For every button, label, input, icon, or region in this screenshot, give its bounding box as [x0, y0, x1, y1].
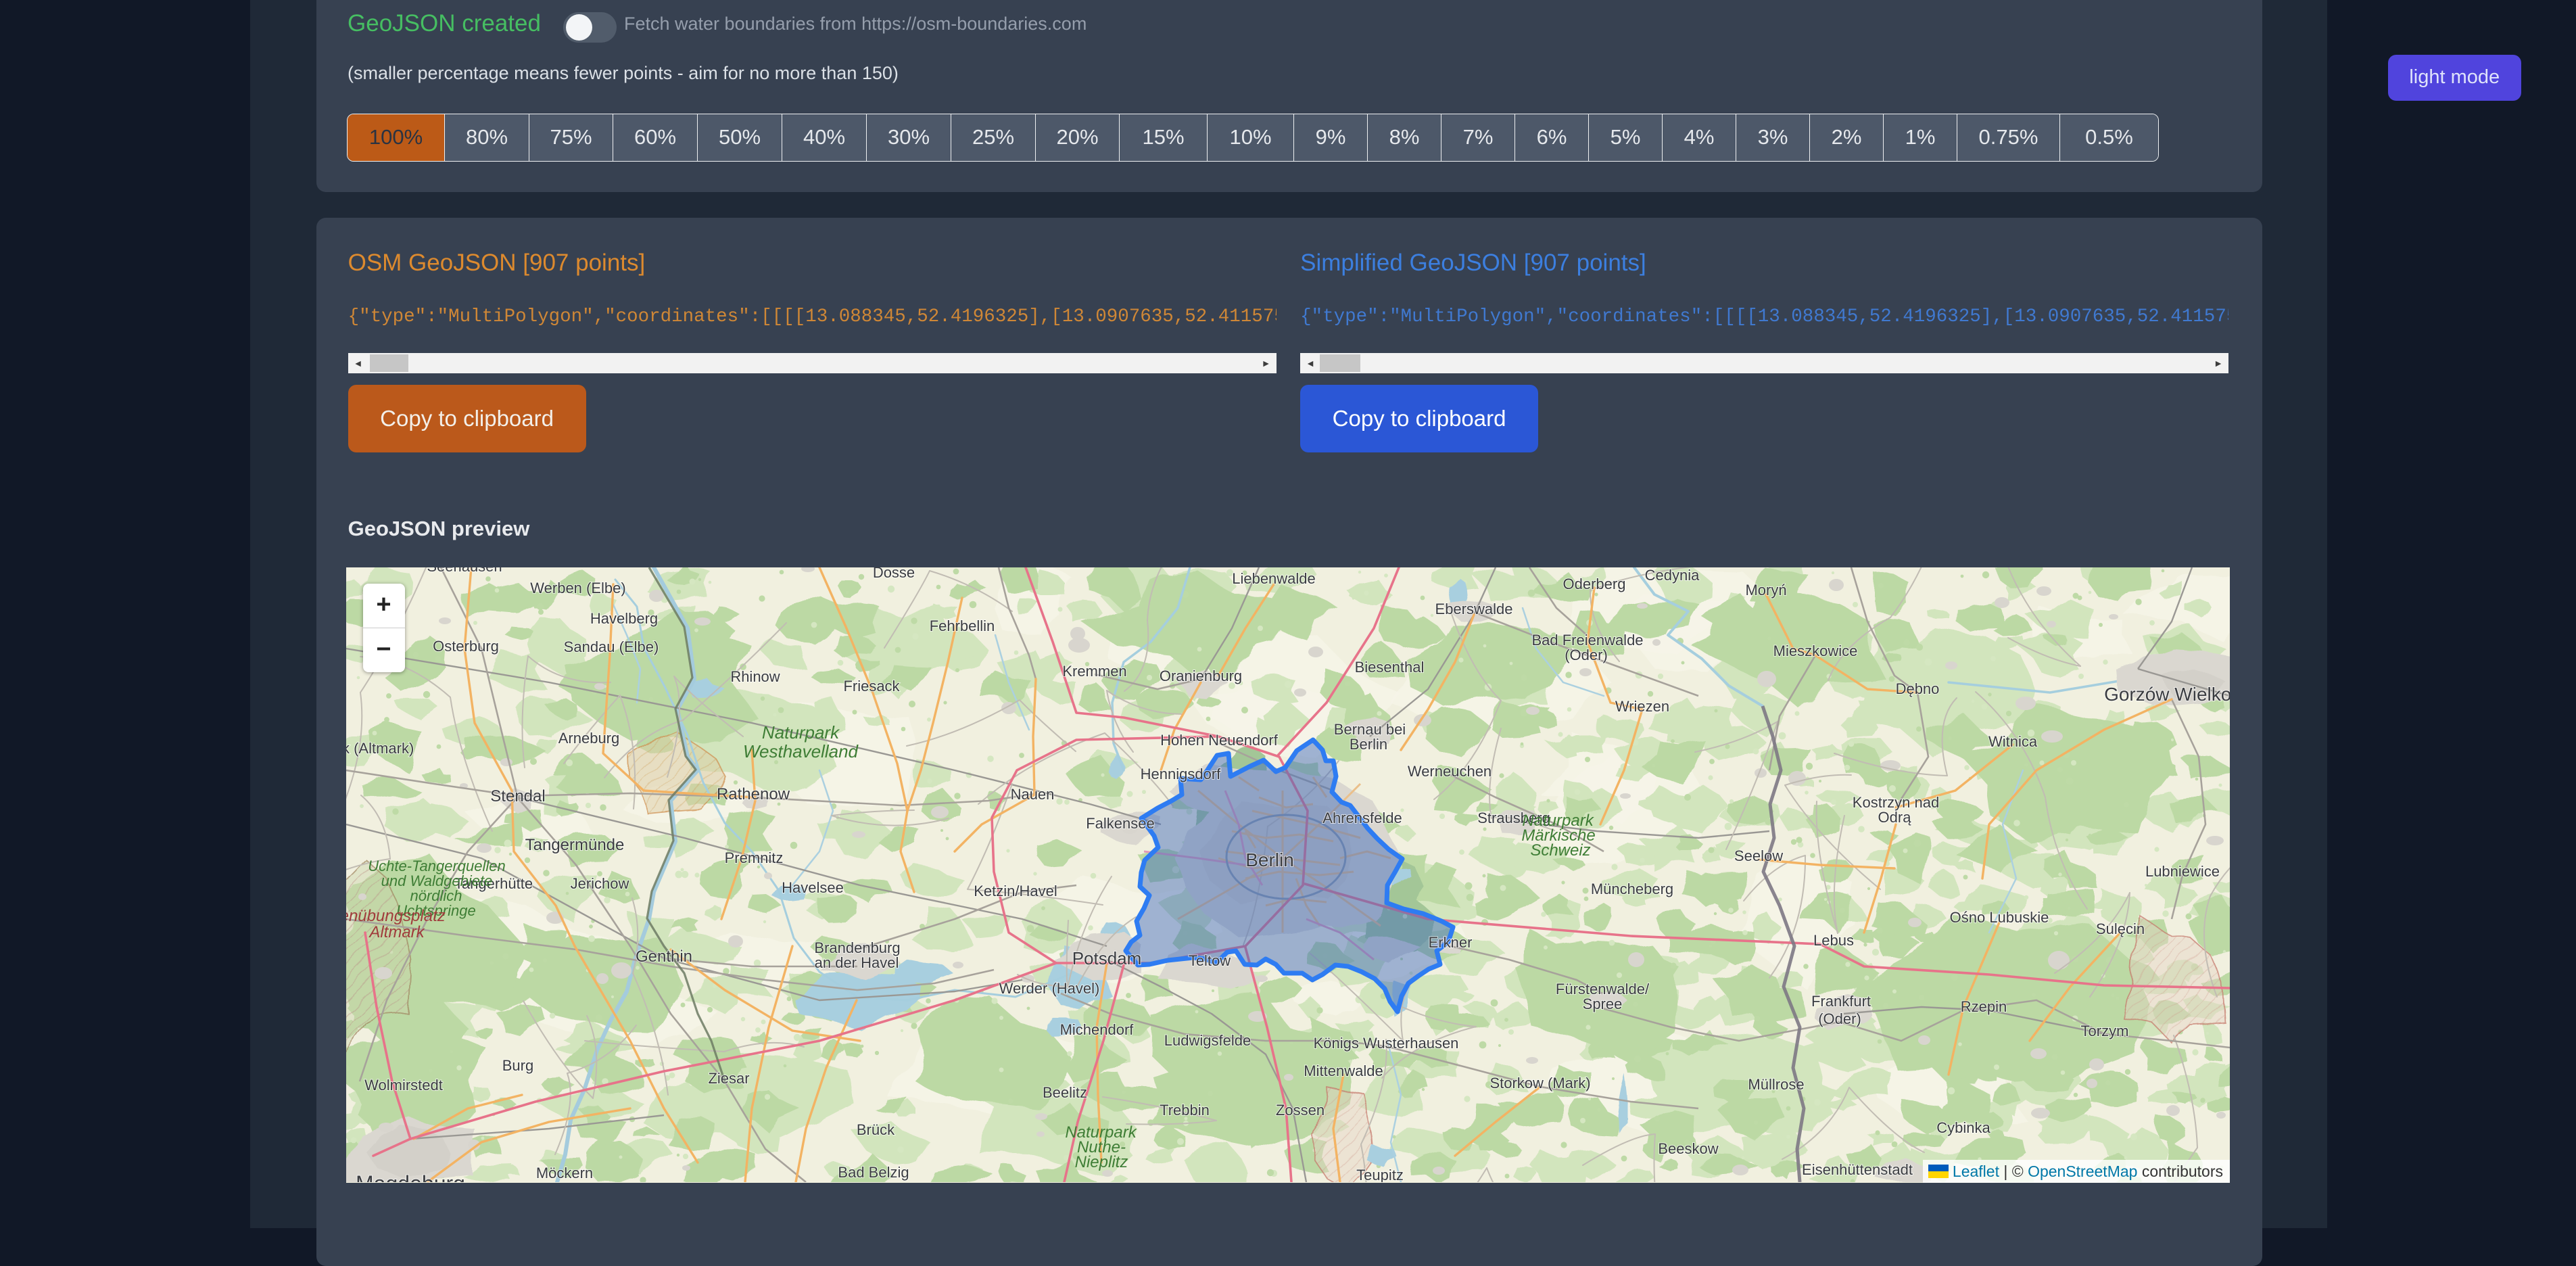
svg-text:Seelow: Seelow [1734, 847, 1783, 864]
svg-text:Eisenhüttenstadt: Eisenhüttenstadt [1802, 1161, 1913, 1178]
svg-text:Cybinka: Cybinka [1936, 1119, 1990, 1136]
svg-text:(Oder): (Oder) [1565, 647, 1608, 663]
svg-text:Müllrose: Müllrose [1748, 1076, 1804, 1093]
svg-text:Erkner: Erkner [1429, 934, 1473, 951]
svg-text:Odrą: Odrą [1878, 809, 1912, 826]
svg-text:Fehrbellin: Fehrbellin [930, 617, 995, 634]
svg-text:Teupitz: Teupitz [1356, 1167, 1404, 1182]
svg-text:Wriezen: Wriezen [1615, 698, 1669, 715]
svg-text:Cedynia: Cedynia [1645, 567, 1700, 584]
svg-text:Gorzów Wielkopolski: Gorzów Wielkopolski [2104, 684, 2230, 705]
svg-text:Hennigsdorf: Hennigsdorf [1141, 766, 1222, 782]
svg-text:Havelsee: Havelsee [782, 879, 844, 896]
svg-text:Westhavelland: Westhavelland [743, 741, 859, 761]
svg-text:penübungsplatz: penübungsplatz [346, 907, 446, 925]
svg-text:Dębno: Dębno [1896, 680, 1940, 697]
svg-text:Werben (Elbe): Werben (Elbe) [530, 580, 625, 596]
svg-text:Liebenwalde: Liebenwalde [1232, 570, 1316, 587]
svg-text:Magdeburg: Magdeburg [356, 1171, 465, 1182]
svg-text:Altmark: Altmark [368, 923, 425, 941]
svg-text:Hohen Neuendorf: Hohen Neuendorf [1160, 732, 1279, 749]
svg-text:Frankfurt: Frankfurt [1811, 993, 1871, 1010]
svg-text:Havelberg: Havelberg [590, 610, 658, 627]
svg-text:Ziesar: Ziesar [708, 1070, 749, 1087]
svg-text:Zossen: Zossen [1276, 1102, 1325, 1119]
svg-text:Stendal: Stendal [490, 787, 545, 805]
svg-text:Müncheberg: Müncheberg [1591, 881, 1673, 897]
svg-text:Wolmirstedt: Wolmirstedt [364, 1077, 443, 1094]
svg-text:Berlin: Berlin [1350, 736, 1387, 753]
svg-text:Seehausen: Seehausen [427, 567, 502, 575]
svg-text:Ludwigsfelde: Ludwigsfelde [1164, 1032, 1251, 1049]
svg-text:Lebus: Lebus [1813, 932, 1854, 949]
svg-text:Naturpark: Naturpark [762, 722, 840, 743]
svg-text:Lubniewice: Lubniewice [2145, 863, 2220, 880]
svg-text:Brück: Brück [857, 1121, 895, 1138]
svg-text:Witnica: Witnica [1988, 733, 2038, 750]
svg-text:an der Havel: an der Havel [815, 954, 899, 971]
svg-text:Spree: Spree [1583, 995, 1623, 1012]
svg-text:(Oder): (Oder) [1818, 1010, 1861, 1027]
svg-text:Königs Wusterhausen: Königs Wusterhausen [1314, 1035, 1459, 1052]
svg-text:Werneuchen: Werneuchen [1408, 763, 1492, 780]
svg-text:Trebbin: Trebbin [1160, 1102, 1210, 1119]
svg-text:Jerichow: Jerichow [571, 875, 629, 892]
svg-text:Tangermünde: Tangermünde [525, 836, 625, 854]
svg-text:Potsdam: Potsdam [1072, 948, 1142, 968]
svg-text:Sandau (Elbe): Sandau (Elbe) [564, 638, 659, 655]
svg-text:Ketzin/Havel: Ketzin/Havel [974, 883, 1057, 899]
svg-text:Berlin: Berlin [1245, 849, 1294, 870]
svg-text:Rzepin: Rzepin [1961, 998, 2007, 1015]
svg-text:Möckern: Möckern [536, 1165, 593, 1181]
svg-text:Ahrensfelde: Ahrensfelde [1322, 810, 1402, 826]
svg-text:Park (Altmark): Park (Altmark) [346, 740, 414, 757]
svg-text:Eberswalde: Eberswalde [1435, 601, 1513, 617]
svg-text:Beelitz: Beelitz [1043, 1084, 1087, 1101]
svg-text:Schweiz: Schweiz [1530, 841, 1590, 860]
svg-text:Beeskow: Beeskow [1658, 1140, 1718, 1157]
svg-text:Mittenwalde: Mittenwalde [1304, 1062, 1383, 1079]
svg-text:Oderberg: Oderberg [1563, 576, 1626, 592]
svg-text:Genthin: Genthin [636, 947, 692, 966]
svg-text:Rhinow: Rhinow [730, 668, 780, 685]
svg-text:Kremmen: Kremmen [1062, 663, 1126, 680]
svg-text:Michendorf: Michendorf [1060, 1021, 1135, 1038]
svg-text:Osterburg: Osterburg [433, 638, 499, 655]
svg-text:Burg: Burg [502, 1057, 533, 1074]
svg-text:Werder (Havel): Werder (Havel) [999, 980, 1100, 997]
svg-text:Nieplitz: Nieplitz [1075, 1153, 1128, 1171]
svg-text:Teltow: Teltow [1189, 952, 1231, 969]
svg-text:Oranienburg: Oranienburg [1160, 667, 1242, 684]
svg-text:Premnitz: Premnitz [725, 849, 784, 866]
svg-text:Moryń: Moryń [1745, 582, 1786, 599]
svg-text:Falkensee: Falkensee [1086, 815, 1155, 832]
svg-text:Dosse: Dosse [873, 567, 915, 581]
svg-text:Ośno Lubuskie: Ośno Lubuskie [1950, 909, 2049, 926]
svg-text:Biesenthal: Biesenthal [1355, 659, 1425, 676]
svg-text:Mieszkowice: Mieszkowice [1773, 642, 1858, 659]
svg-text:Bad Belzig: Bad Belzig [838, 1164, 909, 1181]
svg-text:Arneburg: Arneburg [558, 730, 620, 747]
svg-text:Friesack: Friesack [843, 678, 900, 695]
svg-text:Torzym: Torzym [2081, 1023, 2129, 1039]
svg-text:Sulęcin: Sulęcin [2096, 920, 2145, 937]
svg-text:Storkow (Mark): Storkow (Mark) [1489, 1075, 1590, 1092]
svg-text:Nauen: Nauen [1011, 786, 1055, 803]
svg-text:Rathenow: Rathenow [717, 785, 790, 803]
